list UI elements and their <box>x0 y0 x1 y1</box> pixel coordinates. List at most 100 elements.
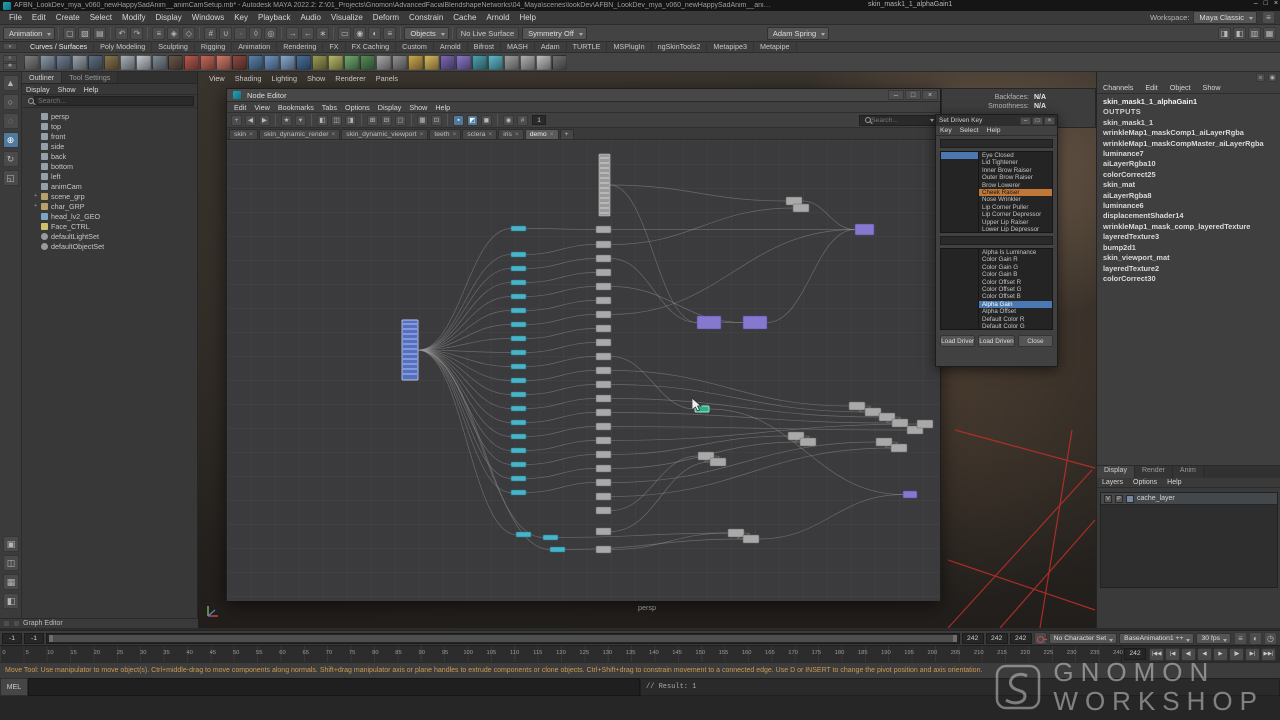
modeling-toolkit-toggle-icon[interactable]: ▦ <box>1263 27 1276 40</box>
menu-create[interactable]: Create <box>51 13 85 22</box>
outliner-item-side[interactable]: side <box>22 141 197 151</box>
driven-attribute-alpha-offset[interactable]: Alpha Offset <box>979 308 1052 315</box>
shelf-tab-sculpting[interactable]: Sculpting <box>152 41 195 52</box>
channel-output-node[interactable]: layeredTexture3 <box>1103 232 1280 242</box>
graph-node-gray[interactable] <box>793 204 809 212</box>
scene-save-icon[interactable]: ▤ <box>93 27 106 40</box>
layout-four-pane[interactable]: ▦ <box>3 574 19 590</box>
shelf-tool-28[interactable] <box>456 55 471 70</box>
shelf-tool-10[interactable] <box>168 55 183 70</box>
graph-node-cyan[interactable] <box>511 476 526 481</box>
shelf-tool-26[interactable] <box>424 55 439 70</box>
channel-output-node[interactable]: aiLayerRgba8 <box>1103 191 1280 201</box>
clear-graph-icon[interactable]: ▢ <box>395 115 406 126</box>
channel-output-node[interactable]: skin_mat <box>1103 180 1280 190</box>
driven-attribute-default-color-g[interactable]: Default Color G <box>979 323 1052 330</box>
range-start-handle[interactable] <box>49 635 53 642</box>
shelf-tab-rigging[interactable]: Rigging <box>195 41 232 52</box>
current-frame-field[interactable]: 242 <box>1124 648 1146 660</box>
select-hierarchy-icon[interactable]: ≡ <box>152 27 165 40</box>
selection-mask-selector[interactable]: Objects <box>404 27 448 40</box>
driven-attribute-color-gain-r[interactable]: Color Gain R <box>979 256 1052 263</box>
animation-preferences-icon[interactable]: ◐ <box>1249 632 1262 645</box>
menu-key[interactable]: Key <box>229 13 253 22</box>
shelf-tool-33[interactable] <box>536 55 551 70</box>
rotate-tool[interactable]: ↻ <box>3 151 19 167</box>
graph-node-cyan[interactable] <box>543 535 558 540</box>
shelf-gear-icon[interactable]: ✱ <box>3 63 17 70</box>
range-slider-range[interactable] <box>49 635 957 642</box>
node-editor-tab-skin-dynamic-render[interactable]: skin_dynamic_render× <box>259 129 340 139</box>
layer-row[interactable]: V P cache_layer <box>1101 493 1277 505</box>
snap-point-icon[interactable]: ∙ <box>234 27 247 40</box>
redo-icon[interactable]: ↷ <box>130 27 143 40</box>
node-search-input[interactable] <box>871 117 928 124</box>
node-editor-tab-teeth[interactable]: teeth× <box>429 129 461 139</box>
shelf-menu-icon[interactable]: ▾ <box>3 43 17 50</box>
chevron-down-icon[interactable] <box>930 119 934 122</box>
graph-node-gray[interactable] <box>596 311 611 318</box>
channel-box-menu-edit[interactable]: Edit <box>1139 83 1163 93</box>
grid-snap-icon[interactable]: # <box>517 115 528 126</box>
shelf-tool-22[interactable] <box>360 55 375 70</box>
graph-node-purple[interactable] <box>903 491 917 498</box>
driven-attribute-alpha-gain[interactable]: Alpha Gain <box>979 301 1052 308</box>
shelf-tool-4[interactable] <box>72 55 87 70</box>
shelf-tool-6[interactable] <box>104 55 119 70</box>
graph-node-cyan[interactable] <box>511 294 526 299</box>
add-to-graph-icon[interactable]: ⊞ <box>367 115 378 126</box>
menu-file[interactable]: File <box>4 13 27 22</box>
graph-node-gray[interactable] <box>596 255 611 262</box>
shelf-tab-fx[interactable]: FX <box>323 41 345 52</box>
shelf-tool-32[interactable] <box>520 55 535 70</box>
play-backwards-button[interactable]: ◀ <box>1197 648 1212 661</box>
shelf-tool-2[interactable] <box>40 55 55 70</box>
graph-node-gray[interactable] <box>849 402 865 410</box>
node-editor-tab-skin-dynamic-viewport[interactable]: skin_dynamic_viewport× <box>341 129 428 139</box>
shelf-tab-metapipe3[interactable]: Metapipe3 <box>707 41 754 52</box>
shelf-tool-34[interactable] <box>552 55 567 70</box>
input-output-connections-icon[interactable]: ◫ <box>331 115 342 126</box>
bookmark-icon[interactable]: ★ <box>281 115 292 126</box>
shelf-tool-16[interactable] <box>264 55 279 70</box>
graph-node-gray[interactable] <box>800 438 816 446</box>
shelf-tab-ngskintools2[interactable]: ngSkinTools2 <box>652 41 708 52</box>
channel-output-node[interactable]: colorCorrect25 <box>1103 170 1280 180</box>
select-component-icon[interactable]: ◇ <box>182 27 195 40</box>
frame-all-icon[interactable]: ⊡ <box>431 115 442 126</box>
channel-output-node[interactable]: colorCorrect30 <box>1103 274 1280 284</box>
graph-node-teal[interactable] <box>695 406 709 412</box>
channel-output-node[interactable]: skin_mask1_1 <box>1103 118 1280 128</box>
graph-node-cyan[interactable] <box>516 532 531 537</box>
driven-attribute-default-color-r[interactable]: Default Color R <box>979 316 1052 323</box>
node-editor-menu-show[interactable]: Show <box>405 103 431 112</box>
step-back-key-button[interactable]: |◀ <box>1165 648 1180 661</box>
graph-node-cyan[interactable] <box>511 392 526 397</box>
menu-help[interactable]: Help <box>515 13 541 22</box>
graph-node-gray[interactable] <box>596 437 611 444</box>
tab-close-icon[interactable]: × <box>452 131 456 138</box>
step-back-frame-button[interactable]: ◀| <box>1181 648 1196 661</box>
outliner-menu-display[interactable]: Display <box>22 85 54 94</box>
outliner-item-persp[interactable]: persp <box>22 111 197 121</box>
tab-close-icon[interactable]: × <box>488 131 492 138</box>
graph-editor-label[interactable]: Graph Editor <box>23 620 63 627</box>
nav-forward-icon[interactable]: ▶ <box>259 115 270 126</box>
sdk-menu-help[interactable]: Help <box>983 127 1005 134</box>
node-editor-menu-bookmarks[interactable]: Bookmarks <box>274 103 318 112</box>
tab-outliner[interactable]: Outliner <box>22 72 62 83</box>
menu-set-selector[interactable]: Animation <box>3 27 55 40</box>
shelf-tool-21[interactable] <box>344 55 359 70</box>
graph-node-gray[interactable] <box>596 546 611 553</box>
outliner-item-scene-grp[interactable]: +scene_grp <box>22 191 197 201</box>
attribute-editor-toggle-icon[interactable]: ◨ <box>1218 27 1231 40</box>
window-minimize-button[interactable]: – <box>888 90 904 100</box>
shelf-tool-3[interactable] <box>56 55 71 70</box>
shelf-tool-13[interactable] <box>216 55 231 70</box>
outliner-search-input[interactable] <box>34 96 194 106</box>
channel-output-node[interactable]: luminance7 <box>1103 149 1280 159</box>
graph-node-cyan[interactable] <box>511 266 526 271</box>
anim-layer-selector[interactable]: BaseAnimation1 ++ <box>1119 633 1194 644</box>
menu-deform[interactable]: Deform <box>368 13 404 22</box>
construction-history-icon[interactable]: ∗ <box>316 27 329 40</box>
